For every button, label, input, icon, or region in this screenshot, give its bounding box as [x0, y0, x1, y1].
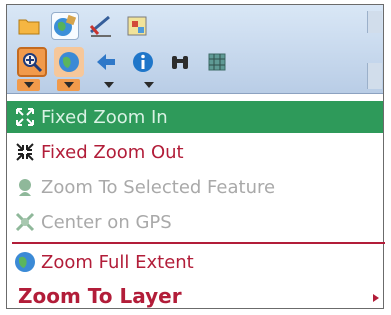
zoom-menu: Fixed Zoom In Fixed Zoom Out Zoom To Sel… [7, 94, 385, 308]
menu-item-zoom-full-extent[interactable]: Zoom Full Extent [7, 246, 383, 278]
grid-icon[interactable] [202, 47, 232, 77]
menu-item-label: Fixed Zoom Out [41, 141, 184, 163]
binoculars-icon[interactable] [165, 47, 195, 77]
fixed-zoom-in-icon[interactable] [17, 47, 47, 77]
menu-item-label: Center on GPS [41, 211, 172, 233]
tool-dropdowns [17, 79, 160, 91]
folder-icon[interactable] [15, 12, 43, 40]
menu-item-fixed-zoom-in[interactable]: Fixed Zoom In [7, 101, 383, 133]
back-arrow-icon[interactable] [91, 47, 121, 77]
chevron-down-icon[interactable] [137, 79, 160, 91]
toolbar [7, 5, 383, 94]
menu-item-center-on-gps: Center on GPS [7, 206, 383, 238]
chevron-down-icon[interactable] [17, 79, 40, 91]
gps-icon [12, 209, 38, 235]
toolbar-scroll-up[interactable] [367, 11, 382, 33]
map-zoom-window: Fixed Zoom In Fixed Zoom Out Zoom To Sel… [6, 4, 385, 309]
chevron-down-icon[interactable] [57, 79, 80, 91]
menu-item-zoom-to-selected-feature: Zoom To Selected Feature [7, 171, 383, 203]
menu-item-fixed-zoom-out[interactable]: Fixed Zoom Out [7, 136, 383, 168]
globe-icon [12, 249, 38, 275]
info-icon[interactable] [128, 47, 158, 77]
contract-arrows-icon [12, 139, 38, 165]
menu-item-label: Zoom To Layer [18, 284, 182, 308]
globe-icon[interactable] [54, 47, 84, 77]
menu-item-label: Zoom Full Extent [41, 251, 194, 273]
expand-arrows-icon [12, 104, 38, 130]
edit-icon[interactable] [87, 12, 115, 40]
toolbar-tabs [15, 9, 151, 43]
menu-separator [12, 242, 385, 244]
menu-item-label: Zoom To Selected Feature [41, 176, 276, 198]
menu-item-zoom-to-layer[interactable]: Zoom To Layer [7, 280, 383, 312]
menu-item-label: Fixed Zoom In [41, 106, 168, 128]
submenu-arrow-icon [373, 294, 379, 302]
map-tools-icon[interactable] [51, 12, 79, 40]
toolbar-scroll-down[interactable] [367, 63, 382, 89]
chevron-down-icon[interactable] [97, 79, 120, 91]
tool-row [17, 45, 232, 79]
layers-icon[interactable] [123, 12, 151, 40]
selected-feature-icon [12, 174, 38, 200]
